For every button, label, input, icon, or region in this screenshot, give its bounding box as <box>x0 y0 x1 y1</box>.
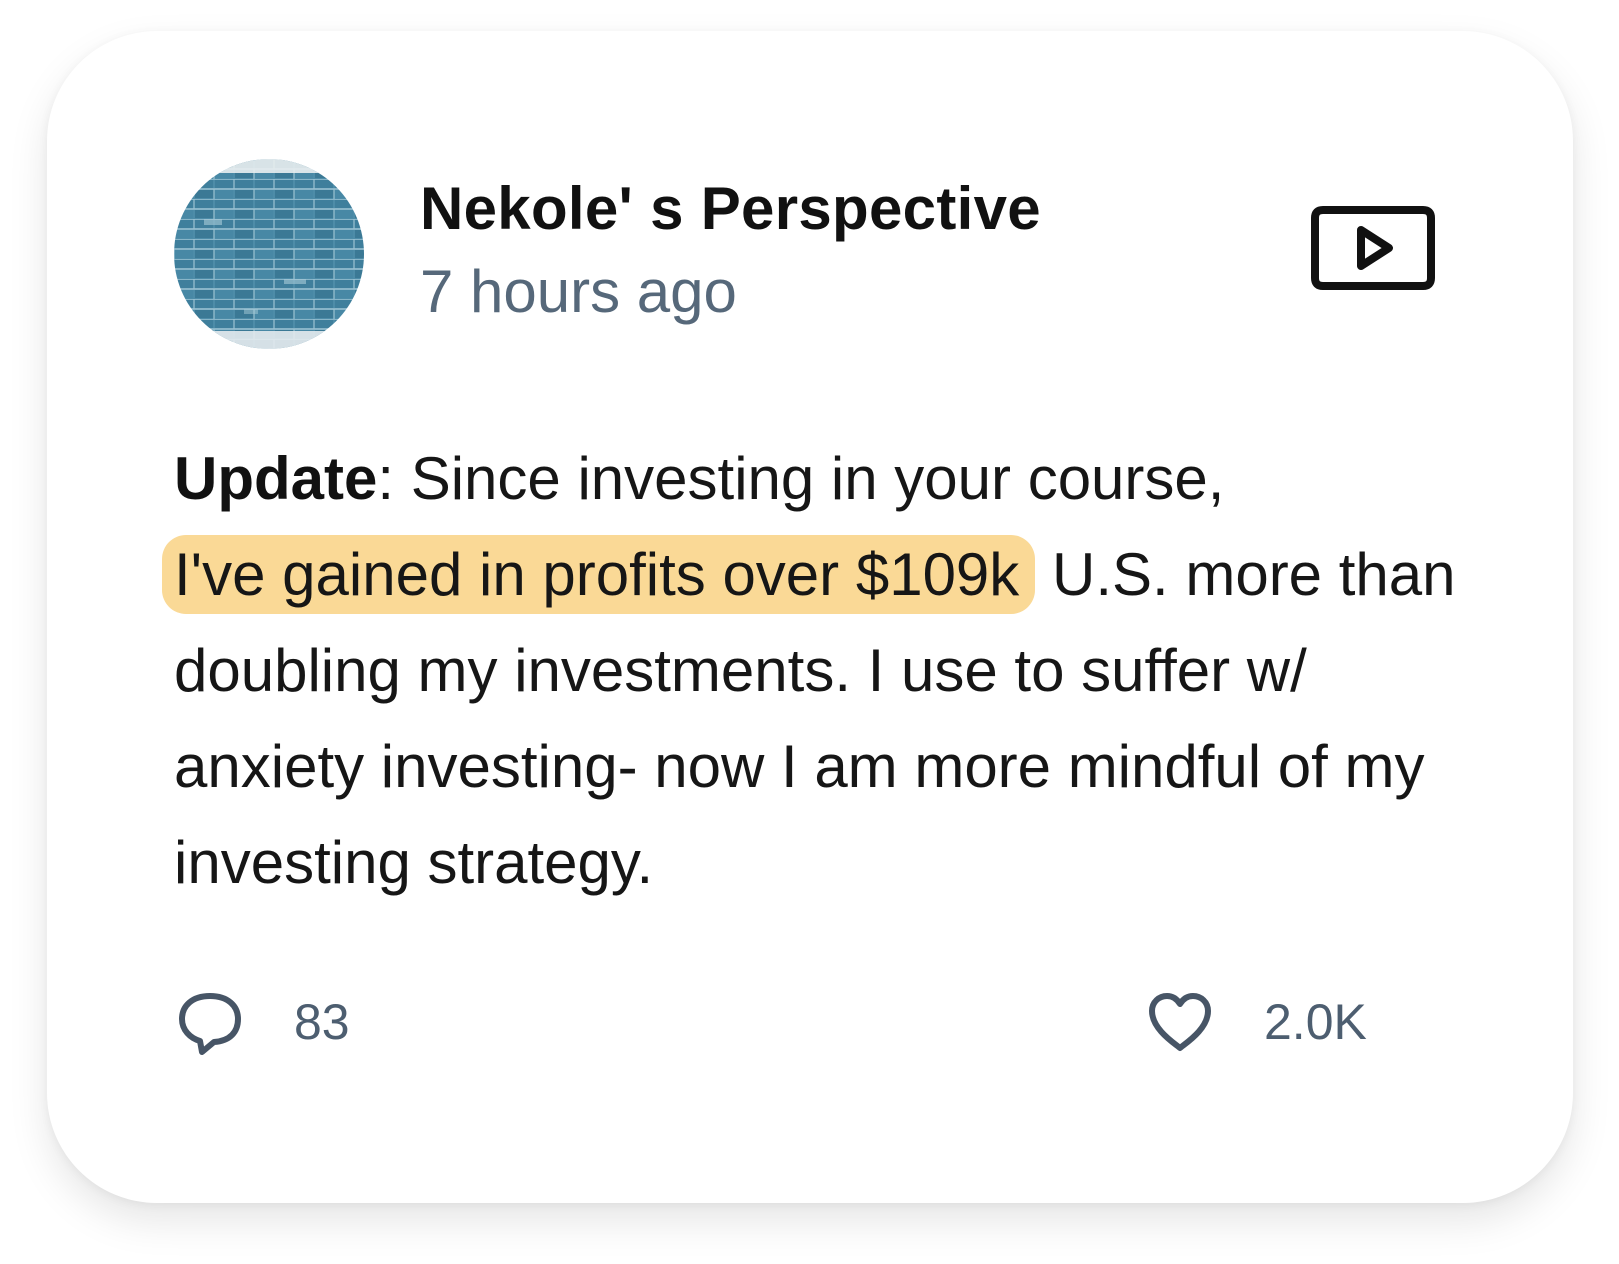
likes-count: 2.0K <box>1264 994 1367 1050</box>
author-name[interactable]: Nekole' s Perspective <box>420 174 1041 243</box>
post-body: Update: Since investing in your course, … <box>162 431 1504 911</box>
like-button[interactable]: 2.0K <box>1144 986 1367 1058</box>
post-card: Nekole' s Perspective 7 hours ago Update… <box>47 31 1573 1203</box>
post-text-intro: : Since investing in your course, <box>377 445 1225 512</box>
comments-count: 83 <box>294 994 350 1050</box>
video-play-button[interactable] <box>1309 204 1437 300</box>
author-avatar[interactable] <box>174 159 364 349</box>
post-timestamp: 7 hours ago <box>420 258 737 325</box>
video-play-icon <box>1311 206 1435 290</box>
post-highlight: I've gained in profits over $109k <box>162 535 1036 614</box>
brick-wall-avatar-image <box>174 159 364 349</box>
comment-icon <box>179 993 241 1055</box>
post-lead: Update <box>174 445 378 512</box>
comments-button[interactable]: 83 <box>174 986 350 1058</box>
heart-icon <box>1149 993 1211 1051</box>
